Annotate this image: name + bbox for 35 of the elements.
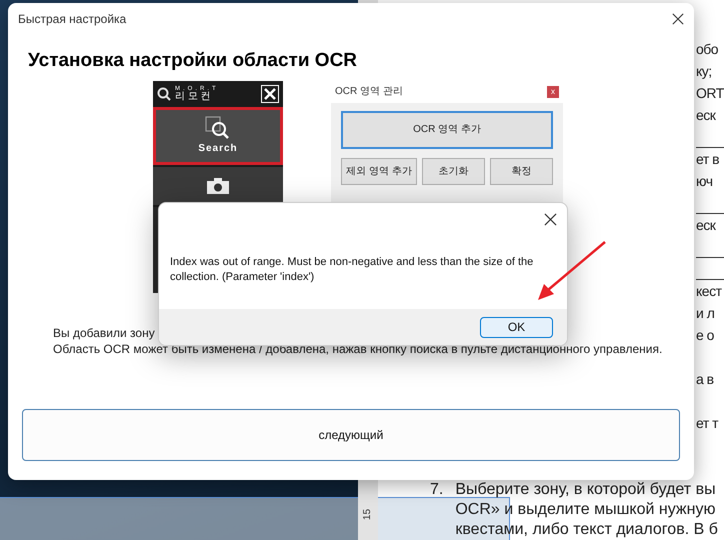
next-button[interactable]: следующий <box>22 408 680 460</box>
window-title: OCR 영역 관리 <box>335 85 403 99</box>
document-text: ет т <box>696 414 720 433</box>
document-text: юч <box>696 172 714 191</box>
description-text: Вы добавили зону <box>53 324 155 340</box>
document-text: е о <box>696 326 715 345</box>
window-title: Быстрая настройка <box>18 11 126 28</box>
close-icon <box>264 88 276 100</box>
close-icon[interactable] <box>544 213 557 226</box>
document-text: ет в <box>696 150 720 169</box>
camera-icon <box>206 176 230 194</box>
close-button[interactable]: x <box>547 86 559 98</box>
document-text: ку; <box>696 62 713 81</box>
document-text: еск <box>696 106 717 125</box>
close-icon[interactable] <box>672 13 684 25</box>
ocr-action-button[interactable]: 확정 <box>490 158 553 184</box>
document-text: еск <box>696 216 717 235</box>
document-text: обо <box>696 40 720 59</box>
document-text: кест <box>696 282 723 301</box>
add-ocr-area-button[interactable]: OCR 영역 추가 <box>341 110 553 148</box>
document-text: Выберите зону, в которой будет вы <box>455 480 717 500</box>
list-number: 7. <box>430 480 444 500</box>
page-heading: Установка настройки области OCR <box>28 49 358 73</box>
ok-button[interactable]: OK <box>480 316 553 338</box>
document-text: ORT <box>696 84 724 103</box>
ocr-action-button[interactable]: 초기화 <box>422 158 485 184</box>
close-button[interactable] <box>261 84 279 102</box>
document-text: и л <box>696 304 716 323</box>
search-button[interactable]: Search <box>153 106 283 164</box>
document-text: а в <box>696 370 715 389</box>
error-message: Index was out of range. Must be non-negative and less than the size of the collection. (Parameter 'index') <box>170 255 534 285</box>
camera-button[interactable] <box>153 166 283 204</box>
ruler-number: 15 <box>362 508 374 520</box>
ocr-action-button[interactable]: 제외 영역 추가 <box>341 158 417 184</box>
logo-subtitle: 리 모 컨 <box>175 92 212 102</box>
